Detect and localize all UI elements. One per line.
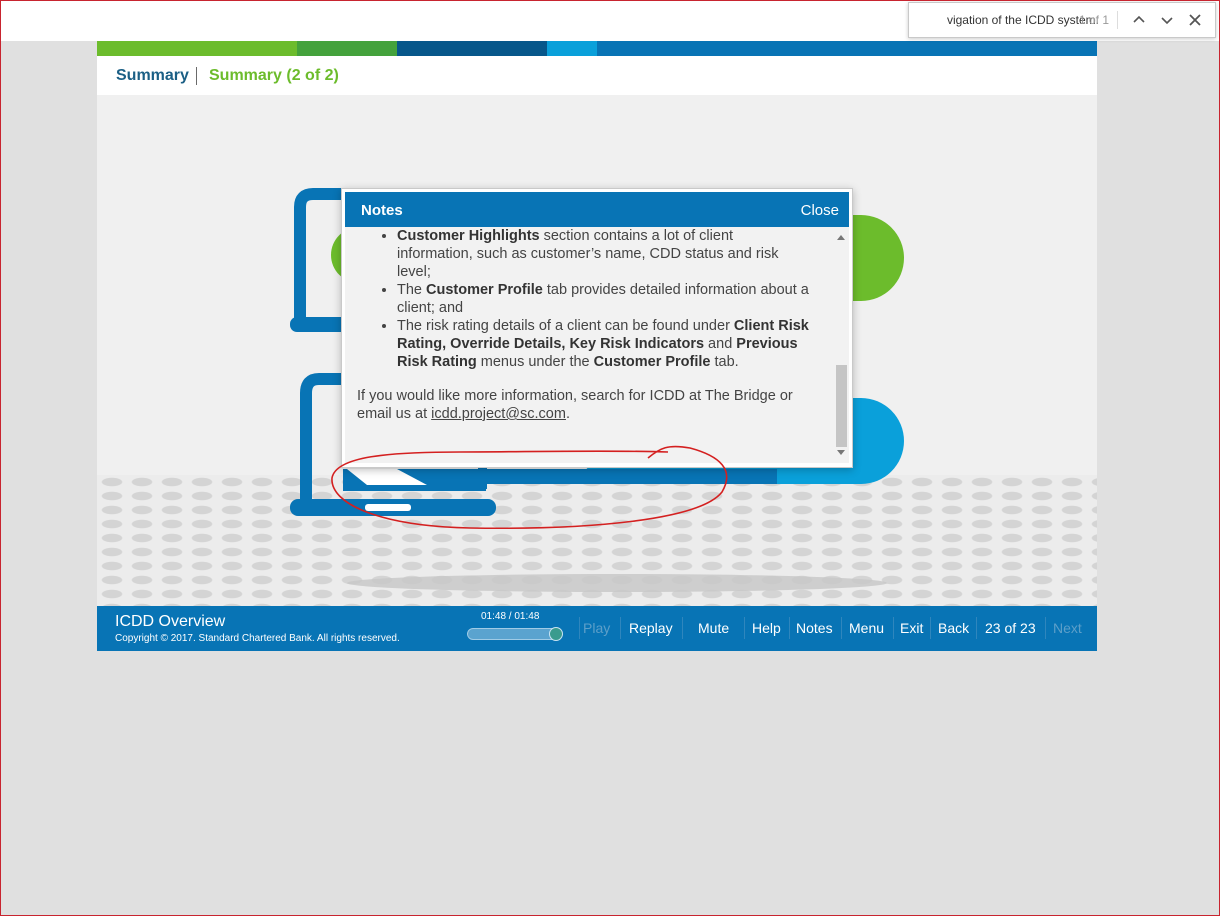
header-strip-cyan <box>547 41 597 56</box>
slide-titlebar: Summary Summary (2 of 2) <box>97 56 1097 95</box>
notes-scrollbar[interactable] <box>833 227 849 463</box>
notes-content: Customer Highlights section contains a l… <box>345 227 833 463</box>
bullet-text: menus under the <box>476 354 594 370</box>
footer-divider <box>744 617 745 639</box>
menu-button[interactable]: Menu <box>849 620 884 636</box>
mute-button[interactable]: Mute <box>698 620 729 636</box>
scroll-up-arrow-icon[interactable] <box>837 235 845 240</box>
find-divider <box>1117 11 1118 29</box>
close-icon[interactable] <box>1185 10 1205 30</box>
header-strip-darkgreen <box>297 41 397 56</box>
bold-term: Customer Highlights <box>397 228 540 244</box>
notes-dialog: Notes Close Customer Highlights section … <box>341 188 853 468</box>
notes-header: Notes Close <box>345 192 849 227</box>
scroll-thumb[interactable] <box>836 365 847 447</box>
copyright-text: Copyright © 2017. Standard Chartered Ban… <box>115 633 400 644</box>
back-button[interactable]: Back <box>938 620 969 636</box>
header-strip-blue <box>597 41 1097 56</box>
chevron-up-icon[interactable] <box>1129 10 1149 30</box>
list-item: The Customer Profile tab provides detail… <box>397 281 833 317</box>
chevron-down-icon[interactable] <box>1157 10 1177 30</box>
breadcrumb-summary-2-of-2: Summary (2 of 2) <box>209 67 339 84</box>
notes-bullet-list: Customer Highlights section contains a l… <box>345 227 833 371</box>
play-button[interactable]: Play <box>583 620 610 636</box>
find-match-count: 1 of 1 <box>1078 13 1109 27</box>
replay-button[interactable]: Replay <box>629 620 673 636</box>
more-info-text: If you would like more information, sear… <box>357 387 833 423</box>
page-counter: 23 of 23 <box>985 620 1036 636</box>
next-button[interactable]: Next <box>1053 620 1082 636</box>
footer-divider <box>976 617 977 639</box>
exit-button[interactable]: Exit <box>900 620 923 636</box>
footer-divider <box>620 617 621 639</box>
list-item: The risk rating details of a client can … <box>397 317 833 371</box>
scroll-down-arrow-icon[interactable] <box>837 450 845 455</box>
breadcrumb-divider <box>196 67 197 85</box>
bullet-text: tab. <box>710 354 739 370</box>
notes-title: Notes <box>361 202 403 219</box>
footer-divider <box>789 617 790 639</box>
course-title: ICDD Overview <box>115 613 226 630</box>
list-item: Customer Highlights section contains a l… <box>397 227 833 281</box>
help-button[interactable]: Help <box>752 620 781 636</box>
progress-knob[interactable] <box>549 627 563 641</box>
bullet-text: and <box>704 336 737 352</box>
playback-time: 01:48 / 01:48 <box>481 611 540 622</box>
email-link[interactable]: icdd.project@sc.com <box>431 406 566 422</box>
footer-divider <box>682 617 683 639</box>
notes-button[interactable]: Notes <box>796 620 833 636</box>
footer-divider <box>930 617 931 639</box>
breadcrumb-summary[interactable]: Summary <box>116 67 189 85</box>
playback-progress-bar[interactable] <box>467 627 563 641</box>
bold-term: Customer Profile <box>426 282 543 298</box>
find-query-text[interactable]: vigation of the ICDD system. <box>919 13 1099 27</box>
bold-term: Customer Profile <box>593 354 711 370</box>
footer-divider <box>579 617 580 639</box>
bullet-text: The risk rating details of a client can … <box>397 318 734 334</box>
notes-close-button[interactable]: Close <box>801 202 839 219</box>
bullet-text: The <box>397 282 427 298</box>
find-bar: vigation of the ICDD system. 1 of 1 <box>908 2 1216 38</box>
footer-divider <box>841 617 842 639</box>
more-info-sentence: If you would like more information, sear… <box>357 388 793 422</box>
footer-divider <box>893 617 894 639</box>
player-footer: ICDD Overview Copyright © 2017. Standard… <box>97 606 1097 651</box>
footer-divider <box>1045 617 1046 639</box>
sentence-period: . <box>565 406 570 422</box>
header-strip-navy <box>397 41 547 56</box>
header-strip-green <box>97 41 297 56</box>
